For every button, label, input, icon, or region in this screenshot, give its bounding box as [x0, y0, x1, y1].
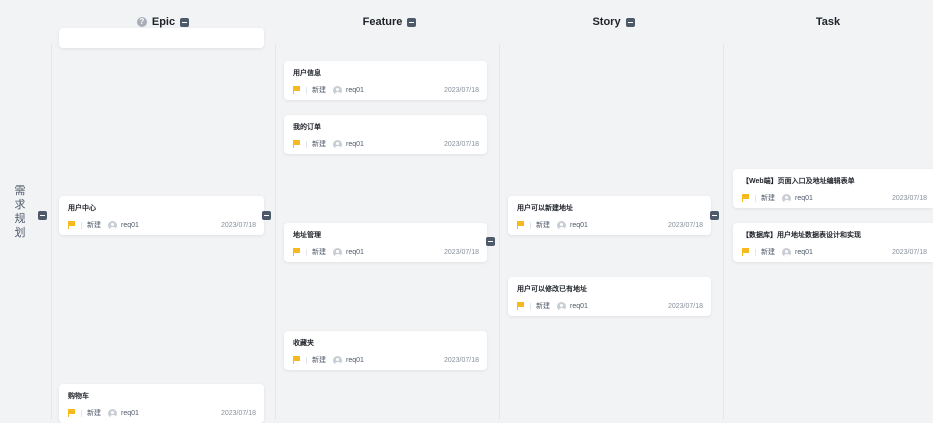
help-icon[interactable]: ?	[136, 17, 147, 27]
card-title: 收藏夹	[293, 340, 314, 347]
avatar-icon	[557, 220, 566, 230]
assignee[interactable]: req01	[121, 222, 139, 229]
collapse-node-button[interactable]	[710, 211, 719, 220]
column-divider	[275, 44, 276, 419]
flag-icon[interactable]	[293, 86, 301, 94]
story-card[interactable]: 用户可以新建地址 新建 req01 2023/07/18	[508, 196, 711, 235]
date-label: 2023/07/18	[891, 194, 927, 202]
date-label: 2023/07/18	[667, 302, 703, 310]
assignee[interactable]: req01	[346, 357, 364, 364]
avatar-icon	[782, 247, 791, 257]
collapse-row-button[interactable]	[38, 211, 47, 220]
feature-card[interactable]: 我的订单 新建 req01 2023/07/18	[284, 115, 487, 154]
card-title: 用户信息	[293, 70, 321, 77]
collapse-feature-button[interactable]	[407, 17, 417, 27]
status-label[interactable]: 新建	[87, 408, 101, 418]
assignee[interactable]: req01	[346, 87, 364, 94]
feature-card[interactable]: 收藏夹 新建 req01 2023/07/18	[284, 331, 487, 370]
column-divider	[51, 44, 52, 419]
flag-icon[interactable]	[293, 356, 301, 364]
flag-icon[interactable]	[68, 409, 76, 417]
card-title: 我的订单	[293, 124, 321, 131]
status-label[interactable]: 新建	[312, 85, 326, 95]
flag-icon[interactable]	[293, 248, 301, 256]
flag-icon[interactable]	[68, 221, 76, 229]
status-label[interactable]: 新建	[761, 193, 775, 203]
date-label: 2023/07/18	[891, 248, 927, 256]
flag-icon[interactable]	[517, 221, 525, 229]
assignee[interactable]: req01	[346, 141, 364, 148]
flag-icon[interactable]	[293, 140, 301, 148]
avatar-icon	[333, 247, 342, 257]
row-label-text: 需 求 规 划	[14, 185, 26, 239]
status-label[interactable]: 新建	[312, 355, 326, 365]
status-label[interactable]: 新建	[536, 301, 550, 311]
avatar-icon	[782, 193, 791, 203]
status-label[interactable]: 新建	[761, 247, 775, 257]
card-title: 购物车	[68, 393, 89, 400]
collapse-node-button[interactable]	[486, 237, 495, 246]
row-label: 需 求 规 划	[12, 184, 28, 240]
date-label: 2023/07/18	[443, 140, 479, 148]
assignee[interactable]: req01	[795, 195, 813, 202]
assignee[interactable]: req01	[570, 303, 588, 310]
collapse-story-button[interactable]	[625, 17, 635, 27]
card-title: 地址管理	[293, 232, 321, 239]
card-title: 用户可以修改已有地址	[517, 286, 587, 293]
date-label: 2023/07/18	[220, 221, 256, 229]
date-label: 2023/07/18	[443, 356, 479, 364]
flag-icon[interactable]	[742, 248, 750, 256]
task-card[interactable]: 【Web端】页面入口及地址编辑表单 新建 req01 2023/07/18	[733, 169, 933, 208]
collapse-node-button[interactable]	[262, 211, 271, 220]
column-header-task: Task	[723, 0, 933, 44]
collapse-epic-button[interactable]	[180, 17, 190, 27]
card-title: 【Web端】页面入口及地址编辑表单	[742, 178, 855, 185]
avatar-icon	[333, 139, 342, 149]
story-card[interactable]: 用户可以修改已有地址 新建 req01 2023/07/18	[508, 277, 711, 316]
avatar-icon	[108, 220, 117, 230]
column-title-epic: Epic	[151, 16, 176, 28]
assignee[interactable]: req01	[121, 410, 139, 417]
status-label[interactable]: 新建	[312, 247, 326, 257]
epic-card[interactable]: 用户中心 新建 req01 2023/07/18	[59, 196, 264, 235]
column-title-feature: Feature	[362, 16, 403, 28]
column-divider	[499, 44, 500, 419]
assignee[interactable]: req01	[570, 222, 588, 229]
epic-card[interactable]: 购物车 新建 req01 2023/07/18	[59, 384, 264, 423]
avatar-icon	[333, 355, 342, 365]
card-title: 【数据库】用户地址数据表设计和实现	[742, 232, 861, 239]
flag-icon[interactable]	[742, 194, 750, 202]
epic-card-partial[interactable]	[59, 28, 264, 48]
date-label: 2023/07/18	[667, 221, 703, 229]
card-title: 用户中心	[68, 205, 96, 212]
date-label: 2023/07/18	[220, 409, 256, 417]
column-title-task: Task	[815, 16, 841, 28]
assignee[interactable]: req01	[795, 249, 813, 256]
assignee[interactable]: req01	[346, 249, 364, 256]
column-header-feature: Feature	[275, 0, 499, 44]
status-label[interactable]: 新建	[312, 139, 326, 149]
date-label: 2023/07/18	[443, 86, 479, 94]
column-divider	[723, 44, 724, 419]
status-label[interactable]: 新建	[536, 220, 550, 230]
avatar-icon	[557, 301, 566, 311]
feature-card[interactable]: 地址管理 新建 req01 2023/07/18	[284, 223, 487, 262]
card-title: 用户可以新建地址	[517, 205, 573, 212]
date-label: 2023/07/18	[443, 248, 479, 256]
avatar-icon	[108, 408, 117, 418]
flag-icon[interactable]	[517, 302, 525, 310]
feature-card[interactable]: 用户信息 新建 req01 2023/07/18	[284, 61, 487, 100]
task-card[interactable]: 【数据库】用户地址数据表设计和实现 新建 req01 2023/07/18	[733, 223, 933, 262]
column-header-story: Story	[499, 0, 723, 44]
column-title-story: Story	[592, 16, 621, 28]
avatar-icon	[333, 85, 342, 95]
status-label[interactable]: 新建	[87, 220, 101, 230]
